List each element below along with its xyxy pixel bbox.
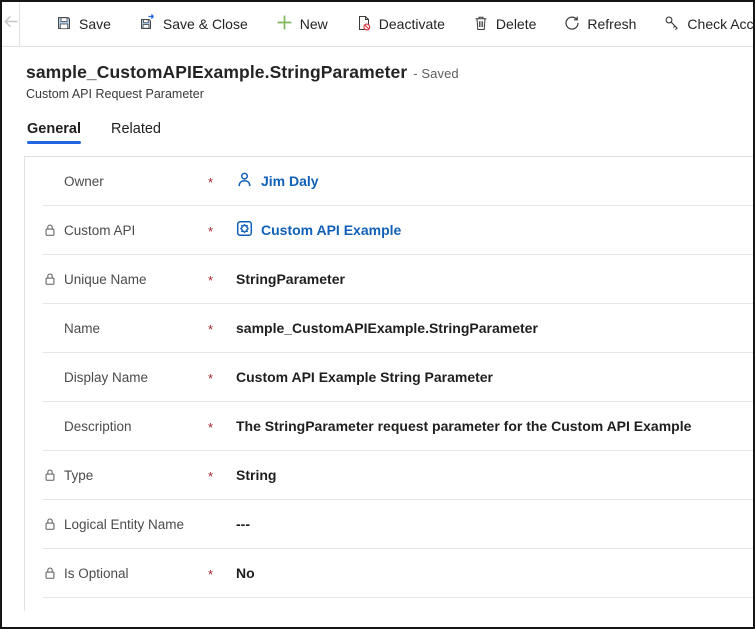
field-label: Unique Name <box>43 272 208 287</box>
field-label: Name <box>43 321 208 336</box>
deactivate-button-label: Deactivate <box>379 16 445 32</box>
command-bar: Save Save & Close New <box>2 2 753 47</box>
field-row-owner: Owner * Jim Daly <box>43 157 753 206</box>
field-row-custom-api: Custom API * Custom API Example <box>43 206 753 255</box>
deactivate-button[interactable]: Deactivate <box>342 2 459 46</box>
save-status-badge: - Saved <box>413 66 459 81</box>
field-label-text: Is Optional <box>64 566 129 581</box>
name-field-value[interactable]: sample_CustomAPIExample.StringParameter <box>236 320 538 336</box>
custom-api-icon <box>236 220 253 240</box>
field-label-text: Unique Name <box>64 272 147 287</box>
new-button[interactable]: New <box>262 2 342 46</box>
required-asterisk: * <box>208 271 235 288</box>
field-label: Custom API <box>43 223 208 238</box>
save-and-close-button-label: Save & Close <box>163 16 248 32</box>
delete-button-label: Delete <box>496 16 536 32</box>
save-icon <box>56 15 72 34</box>
description-field-value[interactable]: The StringParameter request parameter fo… <box>236 418 691 434</box>
plus-icon <box>276 14 293 34</box>
back-arrow-icon <box>2 13 19 35</box>
refresh-button[interactable]: Refresh <box>550 2 650 46</box>
field-label-text: Type <box>64 468 93 483</box>
back-button[interactable] <box>2 2 20 46</box>
unique-name-value: StringParameter <box>236 271 345 287</box>
field-label: Type <box>43 468 208 483</box>
new-button-label: New <box>300 16 328 32</box>
refresh-button-label: Refresh <box>587 16 636 32</box>
required-asterisk: * <box>208 418 235 435</box>
tab-related[interactable]: Related <box>111 121 161 147</box>
record-header: sample_CustomAPIExample.StringParameter-… <box>2 47 753 101</box>
refresh-icon <box>564 15 580 34</box>
person-icon <box>236 171 253 191</box>
key-icon <box>664 15 680 34</box>
field-label-text: Name <box>64 321 100 336</box>
display-name-field-value[interactable]: Custom API Example String Parameter <box>236 369 493 385</box>
page-title: sample_CustomAPIExample.StringParameter-… <box>26 62 753 83</box>
custom-api-link-text[interactable]: Custom API Example <box>261 222 401 238</box>
save-button-label: Save <box>79 16 111 32</box>
app-window: Save Save & Close New <box>0 0 755 629</box>
field-row-display-name: Display Name * Custom API Example String… <box>43 353 753 402</box>
save-and-close-button[interactable]: Save & Close <box>125 2 262 46</box>
field-row-is-optional: Is Optional * No <box>43 549 753 598</box>
field-label-text: Display Name <box>64 370 148 385</box>
owner-lookup-value[interactable]: Jim Daly <box>236 171 319 191</box>
tab-general[interactable]: General <box>27 121 81 147</box>
field-label: Logical Entity Name <box>43 517 208 532</box>
custom-api-lookup-value[interactable]: Custom API Example <box>236 220 401 240</box>
owner-link-text[interactable]: Jim Daly <box>261 173 319 189</box>
required-asterisk: * <box>208 467 235 484</box>
entity-type-label: Custom API Request Parameter <box>26 87 753 101</box>
required-asterisk: * <box>208 173 235 190</box>
check-access-button-label: Check Access <box>687 16 755 32</box>
field-label-text: Description <box>64 419 132 434</box>
field-label-text: Owner <box>64 174 104 189</box>
field-row-description: Description * The StringParameter reques… <box>43 402 753 451</box>
field-row-logical-entity-name: Logical Entity Name * --- <box>43 500 753 549</box>
required-asterisk: * <box>208 320 235 337</box>
field-label-text: Logical Entity Name <box>64 517 184 532</box>
is-optional-value: No <box>236 565 255 581</box>
save-close-icon <box>139 14 156 34</box>
field-row-name: Name * sample_CustomAPIExample.StringPar… <box>43 304 753 353</box>
field-row-unique-name: Unique Name * StringParameter <box>43 255 753 304</box>
required-asterisk: * <box>208 565 235 582</box>
lock-icon <box>43 272 58 287</box>
logical-entity-name-value: --- <box>236 516 250 532</box>
field-label: Owner <box>43 174 208 189</box>
field-label: Display Name <box>43 370 208 385</box>
required-asterisk: * <box>208 369 235 386</box>
deactivate-icon <box>356 15 372 34</box>
check-access-button[interactable]: Check Access <box>650 2 755 46</box>
field-label: Is Optional <box>43 566 208 581</box>
general-section: Owner * Jim Daly Custom API * Custom API… <box>24 156 753 611</box>
type-field-value: String <box>236 467 276 483</box>
trash-icon <box>473 15 489 34</box>
delete-button[interactable]: Delete <box>459 2 550 46</box>
lock-icon <box>43 223 58 238</box>
save-button[interactable]: Save <box>42 2 125 46</box>
command-bar-buttons: Save Save & Close New <box>42 2 755 46</box>
lock-icon <box>43 468 58 483</box>
lock-icon <box>43 517 58 532</box>
field-label: Description <box>43 419 208 434</box>
lock-icon <box>43 566 58 581</box>
field-label-text: Custom API <box>64 223 135 238</box>
required-asterisk: * <box>208 222 235 239</box>
field-row-type: Type * String <box>43 451 753 500</box>
form-tabs: General Related <box>2 121 753 147</box>
